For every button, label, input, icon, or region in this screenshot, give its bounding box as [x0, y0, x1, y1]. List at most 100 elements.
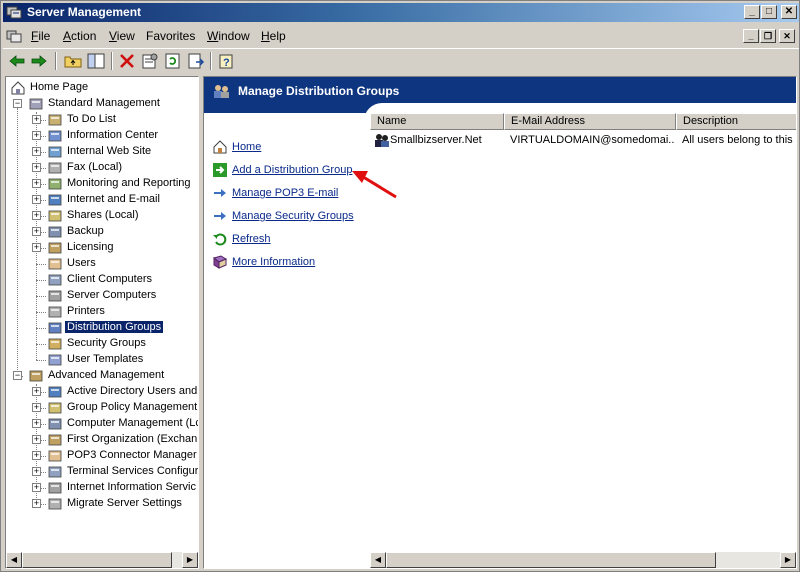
tree-horizontal-scrollbar[interactable]: ◀ ▶ [6, 552, 198, 568]
expand-button[interactable]: + [32, 211, 41, 220]
tree-item-label: First Organization (Exchan [67, 433, 198, 445]
toolbar-separator [55, 52, 57, 70]
expand-button[interactable]: + [32, 243, 41, 252]
show-hide-tree-icon[interactable] [86, 52, 106, 70]
minimize-button[interactable]: _ [744, 5, 760, 19]
help-icon[interactable]: ? [217, 52, 237, 70]
shares-icon [48, 210, 62, 222]
blue-arrow-icon [214, 189, 226, 197]
expand-button[interactable]: + [32, 483, 41, 492]
distribution-groups-list[interactable]: Name E-Mail Address Description Smallbiz… [370, 113, 796, 568]
expand-button[interactable]: + [32, 227, 41, 236]
menu-favorites[interactable]: Favorites [146, 29, 195, 43]
menu-file[interactable]: File [31, 29, 50, 43]
up-folder-icon[interactable] [63, 52, 83, 70]
title-bar[interactable]: Server Management _ □ ✕ [3, 3, 799, 22]
tree-item-label: Internet Information Servic [67, 481, 197, 493]
tree-item-label: Group Policy Management [67, 401, 198, 413]
task-link-label[interactable]: Manage Security Groups [232, 210, 354, 222]
expand-button[interactable]: + [32, 195, 41, 204]
expand-button[interactable]: + [32, 387, 41, 396]
group-icon [375, 134, 389, 147]
export-list-icon[interactable] [186, 52, 206, 70]
fax-icon [48, 162, 62, 174]
scroll-left-button[interactable]: ◀ [6, 552, 22, 568]
child-close-button[interactable]: ✕ [779, 29, 795, 43]
group-policy-icon [48, 402, 62, 414]
expand-button[interactable]: + [32, 451, 41, 460]
mmc-system-menu-icon[interactable] [5, 27, 23, 45]
properties-icon[interactable] [140, 52, 160, 70]
group-description: All users belong to this d [682, 134, 796, 146]
task-link-label[interactable]: Home [232, 141, 261, 153]
column-header-name[interactable]: Name [370, 113, 504, 130]
expand-button[interactable]: + [32, 467, 41, 476]
users-icon [48, 258, 62, 270]
expand-button[interactable]: + [32, 163, 41, 172]
monitoring-icon [48, 178, 62, 190]
delete-icon[interactable] [117, 52, 137, 70]
computer-management-icon [48, 418, 62, 430]
scroll-thumb[interactable] [386, 552, 716, 568]
scroll-right-button[interactable]: ▶ [182, 552, 198, 568]
list-item[interactable]: Smallbizserver.Net VIRTUALDOMAIN@somedom… [370, 132, 796, 148]
column-header-email[interactable]: E-Mail Address [504, 113, 676, 130]
list-header: Name E-Mail Address Description [370, 113, 796, 130]
menu-view[interactable]: View [109, 29, 135, 43]
refresh-icon [213, 233, 227, 246]
expand-button[interactable]: + [32, 131, 41, 140]
scroll-right-button[interactable]: ▶ [780, 552, 796, 568]
toolbar: ? [3, 48, 799, 73]
menu-bar: File Action View Favorites Window Help _… [3, 25, 799, 47]
task-link-label[interactable]: Manage POP3 E-mail [232, 187, 338, 199]
tree-item-label: User Templates [67, 353, 144, 365]
collapse-standard-management[interactable]: − [13, 99, 22, 108]
tree-item-label: Users [67, 257, 96, 269]
expand-button[interactable]: + [32, 419, 41, 428]
expand-button[interactable]: + [32, 115, 41, 124]
page-banner: Manage Distribution Groups [204, 77, 796, 105]
forward-icon[interactable] [29, 52, 49, 70]
scroll-thumb[interactable] [22, 552, 172, 568]
expand-button[interactable]: + [32, 179, 41, 188]
home-page-icon [11, 81, 25, 95]
tree-item-label: Fax (Local) [67, 161, 123, 173]
expand-button[interactable]: + [32, 435, 41, 444]
internet-email-icon [48, 194, 62, 206]
group-email: VIRTUALDOMAIN@somedomai... [510, 134, 674, 146]
web-site-icon [48, 146, 62, 158]
maximize-button[interactable]: □ [761, 5, 777, 19]
console-tree[interactable]: Home Page − Standard Management + To Do Li… [5, 76, 199, 569]
close-button[interactable]: ✕ [781, 5, 797, 19]
todo-list-icon [48, 114, 62, 126]
terminal-services-icon [48, 466, 62, 478]
toolbar-separator [210, 52, 212, 70]
distribution-groups-icon [214, 85, 229, 98]
collapse-advanced-management[interactable]: − [13, 371, 22, 380]
menu-help[interactable]: Help [261, 29, 286, 43]
tree-item-label: Internet and E-mail [67, 193, 160, 205]
tree-item-label: Licensing [67, 241, 114, 253]
task-link-label[interactable]: More Information [232, 256, 315, 268]
tree-item-label: Security Groups [67, 337, 146, 349]
scroll-left-button[interactable]: ◀ [370, 552, 386, 568]
home-icon [213, 140, 227, 154]
back-icon[interactable] [7, 52, 27, 70]
group-name: Smallbizserver.Net [390, 134, 482, 146]
menu-window[interactable]: Window [207, 29, 250, 43]
task-link-label[interactable]: Add a Distribution Group [232, 164, 352, 176]
child-minimize-button[interactable]: _ [743, 29, 759, 43]
menu-action[interactable]: Action [63, 29, 96, 43]
child-restore-button[interactable]: ❐ [760, 29, 776, 43]
expand-button[interactable]: + [32, 499, 41, 508]
list-horizontal-scrollbar[interactable]: ◀ ▶ [370, 552, 796, 568]
expand-button[interactable]: + [32, 147, 41, 156]
expand-button[interactable]: + [32, 403, 41, 412]
tree-item-label: Advanced Management [48, 369, 165, 381]
column-header-description[interactable]: Description [676, 113, 796, 130]
refresh-icon[interactable] [163, 52, 183, 70]
tree-item-label: Migrate Server Settings [67, 497, 182, 509]
task-link-label[interactable]: Refresh [232, 233, 271, 245]
tree-item-label: Computer Management (Lc [67, 417, 199, 429]
tree-item-label: Shares (Local) [67, 209, 139, 221]
